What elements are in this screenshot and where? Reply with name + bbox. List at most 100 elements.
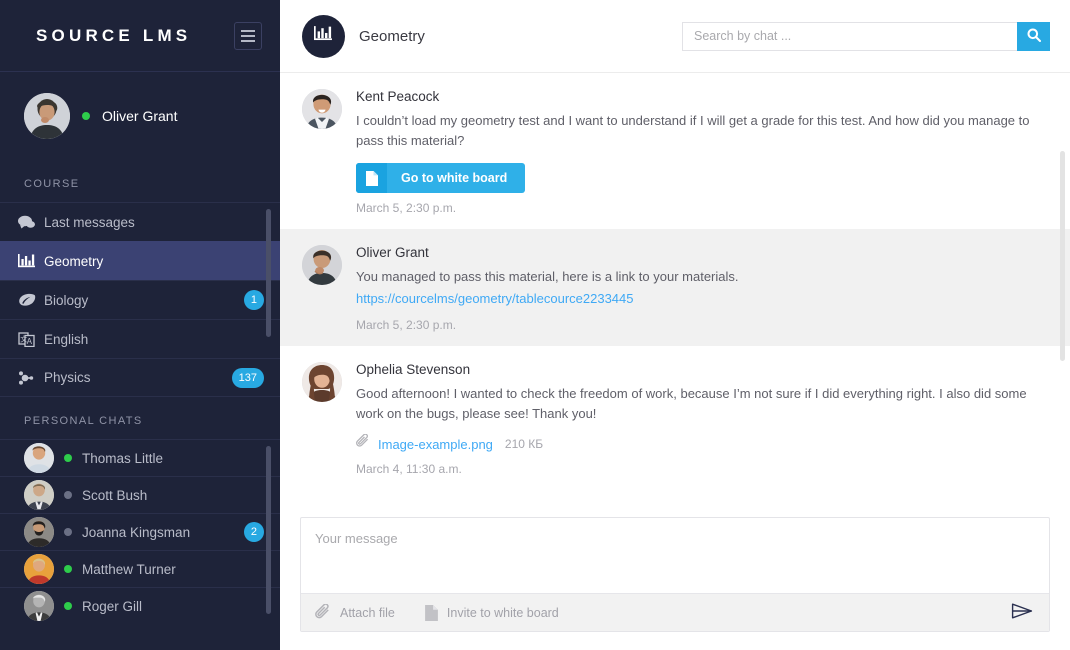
chat-name: Roger Gill: [82, 598, 143, 614]
svg-text:文: 文: [20, 335, 27, 344]
attachment-size: 210 КБ: [504, 437, 544, 451]
status-dot: [82, 112, 90, 120]
avatar: [24, 517, 54, 547]
list-item[interactable]: Joanna Kingsman 2: [0, 513, 280, 550]
svg-text:A: A: [27, 337, 33, 346]
sidebar-item-biology[interactable]: Biology 1: [0, 280, 280, 319]
message-attachment[interactable]: Image-example.png 210 КБ: [356, 433, 1050, 454]
paperclip-icon: [315, 604, 331, 621]
chat-name: Joanna Kingsman: [82, 524, 191, 540]
search-bar: [682, 21, 1050, 51]
status-dot: [64, 454, 72, 462]
course-section-label: COURSE: [24, 178, 80, 190]
message-item: Oliver Grant You managed to pass this ma…: [280, 229, 1070, 346]
translate-icon: A 文: [18, 331, 44, 347]
chat-name: Matthew Turner: [82, 561, 176, 577]
personal-chat-list: Thomas Little Scott Bush Joanna Kingsman…: [0, 439, 280, 624]
course-nav-list: Last messages Geometry Biology 1 A 文 Eng…: [0, 202, 280, 397]
search-input[interactable]: [682, 21, 1017, 51]
attach-file-button[interactable]: Attach file: [315, 604, 395, 621]
send-paper-plane-icon: [1011, 602, 1033, 623]
current-user-name: Oliver Grant: [102, 108, 178, 124]
unread-badge: 137: [231, 367, 264, 388]
message-text: I couldn’t load my geometry test and I w…: [356, 113, 1030, 148]
chat-header: Geometry: [280, 0, 1070, 72]
sidebar: SOURCE LMS Oliver Grant COURSE Last mess…: [0, 0, 280, 650]
sidebar-item-label: Physics: [44, 370, 91, 385]
sidebar-item-physics[interactable]: Physics 137: [0, 358, 280, 397]
chat-list-scrollbar[interactable]: [266, 446, 271, 614]
sidebar-item-last-messages[interactable]: Last messages: [0, 202, 280, 241]
app-logo: SOURCE LMS: [36, 25, 192, 45]
message-item: Kent Peacock I couldn’t load my geometry…: [280, 73, 1070, 229]
course-list-scrollbar[interactable]: [266, 209, 271, 337]
document-icon: [424, 604, 438, 621]
unread-badge: 1: [243, 290, 264, 310]
composer-toolbar: Attach file Invite to white board: [301, 593, 1049, 631]
sidebar-brand-bar: SOURCE LMS: [0, 0, 280, 72]
chat-name: Thomas Little: [82, 450, 164, 466]
current-user-profile[interactable]: Oliver Grant: [0, 72, 280, 160]
status-dot: [64, 565, 72, 573]
invite-to-white-board-label: Invite to white board: [446, 605, 559, 620]
sidebar-item-geometry[interactable]: Geometry: [0, 241, 280, 280]
status-dot: [64, 528, 72, 536]
message-author: Oliver Grant: [356, 245, 429, 260]
status-dot: [64, 491, 72, 499]
chat-list-wrapper: Thomas Little Scott Bush Joanna Kingsman…: [0, 439, 280, 624]
message-item: Ophelia Stevenson Good afternoon! I want…: [280, 346, 1070, 490]
list-item[interactable]: Roger Gill: [0, 587, 280, 624]
avatar: [24, 93, 70, 139]
attach-file-label: Attach file: [340, 605, 395, 620]
message-timestamp: March 5, 2:30 p.m.: [356, 201, 457, 215]
course-avatar: [302, 14, 345, 58]
message-link[interactable]: https://courcelms/geometry/tablecource22…: [356, 288, 1050, 310]
message-author: Ophelia Stevenson: [356, 362, 471, 377]
sidebar-item-label: Last messages: [44, 214, 135, 230]
document-icon: [356, 163, 387, 193]
message-composer: Attach file Invite to white board: [300, 517, 1050, 632]
chat-bubbles-icon: [18, 215, 44, 229]
list-item[interactable]: Thomas Little: [0, 439, 280, 476]
avatar: [24, 443, 54, 473]
avatar: [24, 554, 54, 584]
chats-section-label: PERSONAL CHATS: [24, 415, 143, 427]
app-root: SOURCE LMS Oliver Grant COURSE Last mess…: [0, 0, 1070, 650]
message-timestamp: March 4, 11:30 a.m.: [356, 462, 462, 476]
avatar: [24, 480, 54, 510]
message-list-scrollbar[interactable]: [1060, 151, 1065, 361]
attachment-name[interactable]: Image-example.png: [378, 437, 493, 452]
bar-chart-icon: [314, 25, 333, 47]
paperclip-icon: [356, 433, 370, 454]
sidebar-item-label: English: [44, 331, 89, 347]
search-icon: [1027, 28, 1041, 45]
list-item[interactable]: Matthew Turner: [0, 550, 280, 587]
avatar: [302, 89, 342, 129]
message-timestamp: March 5, 2:30 p.m.: [356, 318, 457, 332]
page-title: Geometry: [359, 27, 425, 45]
message-body: Ophelia Stevenson Good afternoon! I want…: [356, 362, 1050, 476]
message-text: Good afternoon! I wanted to check the fr…: [356, 386, 1027, 421]
message-input[interactable]: [301, 518, 1049, 588]
list-item[interactable]: Scott Bush: [0, 476, 280, 513]
send-button[interactable]: [1009, 600, 1035, 626]
avatar: [302, 362, 342, 402]
leaf-icon: [18, 293, 44, 308]
invite-to-white-board-button[interactable]: Invite to white board: [424, 604, 559, 621]
search-button[interactable]: [1017, 21, 1050, 51]
sidebar-item-label: Biology: [44, 292, 89, 308]
message-body: Kent Peacock I couldn’t load my geometry…: [356, 89, 1050, 215]
hamburger-icon[interactable]: [234, 21, 262, 50]
avatar: [302, 245, 342, 285]
message-text: You managed to pass this material, here …: [356, 269, 739, 284]
message-body: Oliver Grant You managed to pass this ma…: [356, 245, 1050, 332]
bar-chart-icon: [18, 253, 44, 269]
sidebar-item-english[interactable]: A 文 English: [0, 319, 280, 358]
course-nav-wrapper: Last messages Geometry Biology 1 A 文 Eng…: [0, 202, 280, 397]
message-list[interactable]: Kent Peacock I couldn’t load my geometry…: [280, 72, 1070, 509]
chat-name: Scott Bush: [82, 487, 148, 503]
main-panel: Geometry Search by chat ... Kent Peacock…: [280, 0, 1070, 650]
unread-badge: 2: [243, 522, 264, 542]
go-to-white-board-button[interactable]: Go to white board: [356, 163, 526, 193]
atom-icon: [18, 370, 44, 386]
